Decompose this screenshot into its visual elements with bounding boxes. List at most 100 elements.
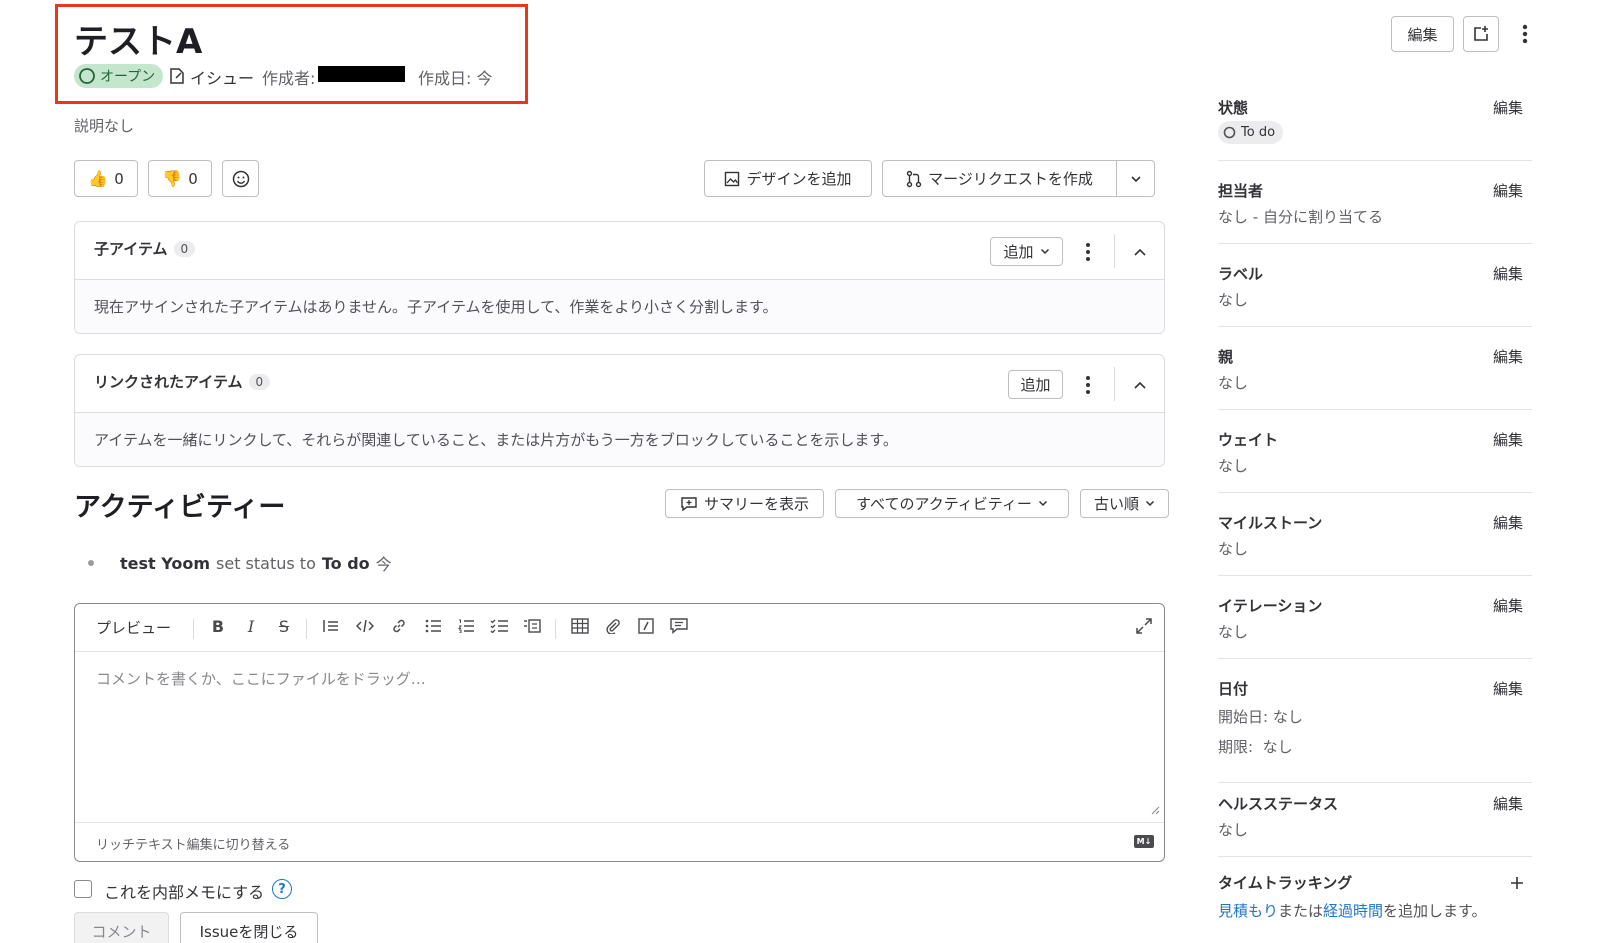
thumbs-up-count: 0 [114, 169, 124, 188]
add-design-button[interactable]: デザインを追加 [704, 160, 872, 197]
sidebar-time-tracking-title: タイムトラッキング [1218, 874, 1353, 892]
chevron-down-icon [1130, 175, 1142, 183]
child-items-card: 子アイテム 0 追加 現在アサインされた子アイテムはありません。子アイテムを使用… [74, 221, 1165, 334]
preview-tab[interactable]: プレビュー [96, 617, 171, 638]
thumbs-up-button[interactable]: 👍 0 [74, 160, 138, 197]
chevron-up-icon[interactable] [1129, 242, 1151, 262]
sidebar-health-title: ヘルスステータス [1218, 795, 1339, 813]
activity-filter-label: すべてのアクティビティー [856, 495, 1032, 513]
new-window-icon [1471, 24, 1491, 44]
time-tracking-or: または [1278, 902, 1324, 920]
sidebar-weight-title: ウェイト [1218, 431, 1279, 449]
new-related-button[interactable] [1463, 16, 1499, 52]
editor-footer-divider [75, 822, 1164, 823]
activity-filter-select[interactable]: すべてのアクティビティー [835, 489, 1069, 518]
show-summary-button[interactable]: サマリーを表示 [665, 489, 824, 518]
linked-items-card: リンクされたアイテム 0 追加 アイテムを一緒にリンクして、それらが関連している… [74, 354, 1165, 467]
image-icon [724, 171, 740, 187]
code-icon[interactable] [354, 615, 376, 637]
link-icon[interactable] [388, 615, 410, 637]
create-merge-request-button[interactable]: マージリクエストを作成 [882, 160, 1117, 197]
child-items-add-label: 追加 [1003, 243, 1034, 261]
italic-icon[interactable]: I [240, 615, 262, 637]
quote-icon[interactable] [320, 615, 342, 637]
sidebar-parent-title: 親 [1218, 348, 1234, 366]
linked-items-empty-state: アイテムを一緒にリンクして、それらが関連していること、または片方がもう一方をブロ… [75, 412, 1164, 466]
sidebar-labels-edit[interactable]: 編集 [1493, 263, 1523, 284]
editor-toolbar-divider [75, 651, 1164, 652]
linked-items-more-icon[interactable] [1081, 373, 1095, 397]
fullscreen-icon[interactable] [1133, 615, 1155, 637]
sidebar-labels-title: ラベル [1218, 265, 1264, 283]
sidebar-dates-edit[interactable]: 編集 [1493, 678, 1523, 699]
edit-issue-label: 編集 [1407, 25, 1438, 44]
numbered-list-icon[interactable] [455, 615, 477, 637]
activity-value: To do [321, 553, 370, 573]
activity-action: set status to [216, 553, 316, 573]
sidebar-assignee-edit[interactable]: 編集 [1493, 180, 1523, 201]
activity-sort-select[interactable]: 古い順 [1080, 489, 1169, 518]
sidebar-iteration-title: イテレーション [1218, 597, 1323, 615]
thumbs-down-button[interactable]: 👎 0 [148, 160, 212, 197]
merge-request-dropdown-button[interactable] [1116, 160, 1155, 197]
more-actions-icon[interactable] [1518, 22, 1532, 46]
child-items-title: 子アイテム [94, 240, 168, 258]
edit-issue-button[interactable]: 編集 [1391, 16, 1454, 52]
close-issue-button[interactable]: Issueを閉じる [180, 912, 318, 943]
switch-rich-text-link[interactable]: リッチテキスト編集に切り替える [96, 834, 290, 853]
sidebar-iteration-edit[interactable]: 編集 [1493, 595, 1523, 616]
strikethrough-icon[interactable]: S [273, 615, 295, 637]
linked-items-header: リンクされたアイテム 0 [94, 371, 271, 392]
internal-note-checkbox[interactable] [74, 880, 92, 898]
sidebar-iteration-value: なし [1218, 623, 1249, 641]
sidebar-weight-edit[interactable]: 編集 [1493, 429, 1523, 450]
child-items-empty-text: 現在アサインされた子アイテムはありません。子アイテムを使用して、作業をより小さく… [94, 298, 778, 316]
sidebar-parent: 親 編集 なし [1218, 344, 1532, 410]
status-badge: オープン [74, 64, 164, 88]
collapsible-section-icon[interactable] [521, 615, 543, 637]
plus-icon[interactable] [1510, 876, 1524, 890]
chevron-down-icon [1038, 500, 1048, 507]
activity-user[interactable]: test Yoom [120, 554, 210, 573]
bullet-list-icon[interactable] [422, 615, 444, 637]
child-items-count: 0 [173, 240, 196, 257]
linked-items-add-label: 追加 [1020, 376, 1051, 394]
help-icon[interactable]: ? [272, 879, 292, 899]
task-list-icon[interactable] [488, 615, 510, 637]
comment-button[interactable]: コメント [74, 912, 169, 943]
merge-request-icon [906, 170, 922, 188]
resize-handle-icon[interactable] [1150, 805, 1160, 815]
sidebar-parent-value: なし [1218, 374, 1249, 392]
bold-icon[interactable]: B [207, 615, 229, 637]
add-design-label: デザインを追加 [746, 170, 852, 188]
child-items-add-button[interactable]: 追加 [990, 237, 1063, 266]
linked-items-title: リンクされたアイテム [94, 373, 243, 391]
activity-time: 今 [375, 555, 392, 574]
sidebar-start-date: 開始日: なし [1218, 708, 1303, 726]
sidebar-labels-value: なし [1218, 291, 1249, 309]
child-items-more-icon[interactable] [1081, 240, 1095, 264]
table-icon[interactable] [569, 615, 591, 637]
sidebar-weight-value: なし [1218, 457, 1249, 475]
chevron-up-icon[interactable] [1129, 375, 1151, 395]
sidebar-assignee-value[interactable]: なし - 自分に割り当てる [1218, 206, 1383, 227]
sidebar-health-value: なし [1218, 821, 1249, 839]
estimate-link[interactable]: 見積もり [1218, 902, 1278, 920]
internal-note-label: これを内部メモにする [104, 883, 265, 902]
sidebar-status-edit[interactable]: 編集 [1493, 97, 1523, 118]
thumbs-down-count: 0 [188, 169, 198, 188]
quick-action-icon[interactable] [635, 615, 657, 637]
activity-sort-label: 古い順 [1093, 495, 1139, 513]
smiley-icon [232, 170, 250, 188]
linked-items-add-button[interactable]: 追加 [1008, 370, 1063, 399]
sidebar-parent-edit[interactable]: 編集 [1493, 346, 1523, 367]
attachment-icon[interactable] [602, 615, 624, 637]
time-spent-link[interactable]: 経過時間 [1323, 902, 1383, 920]
show-summary-label: サマリーを表示 [703, 495, 809, 513]
comment-template-icon[interactable] [668, 615, 690, 637]
sidebar-health-edit[interactable]: 編集 [1493, 793, 1523, 814]
comment-textarea[interactable]: コメントを書くか、ここにファイルをドラッグ… [96, 668, 1146, 818]
issue-type-label: イシュー [190, 69, 255, 88]
sidebar-milestone-edit[interactable]: 編集 [1493, 512, 1523, 533]
add-reaction-button[interactable] [222, 160, 259, 197]
